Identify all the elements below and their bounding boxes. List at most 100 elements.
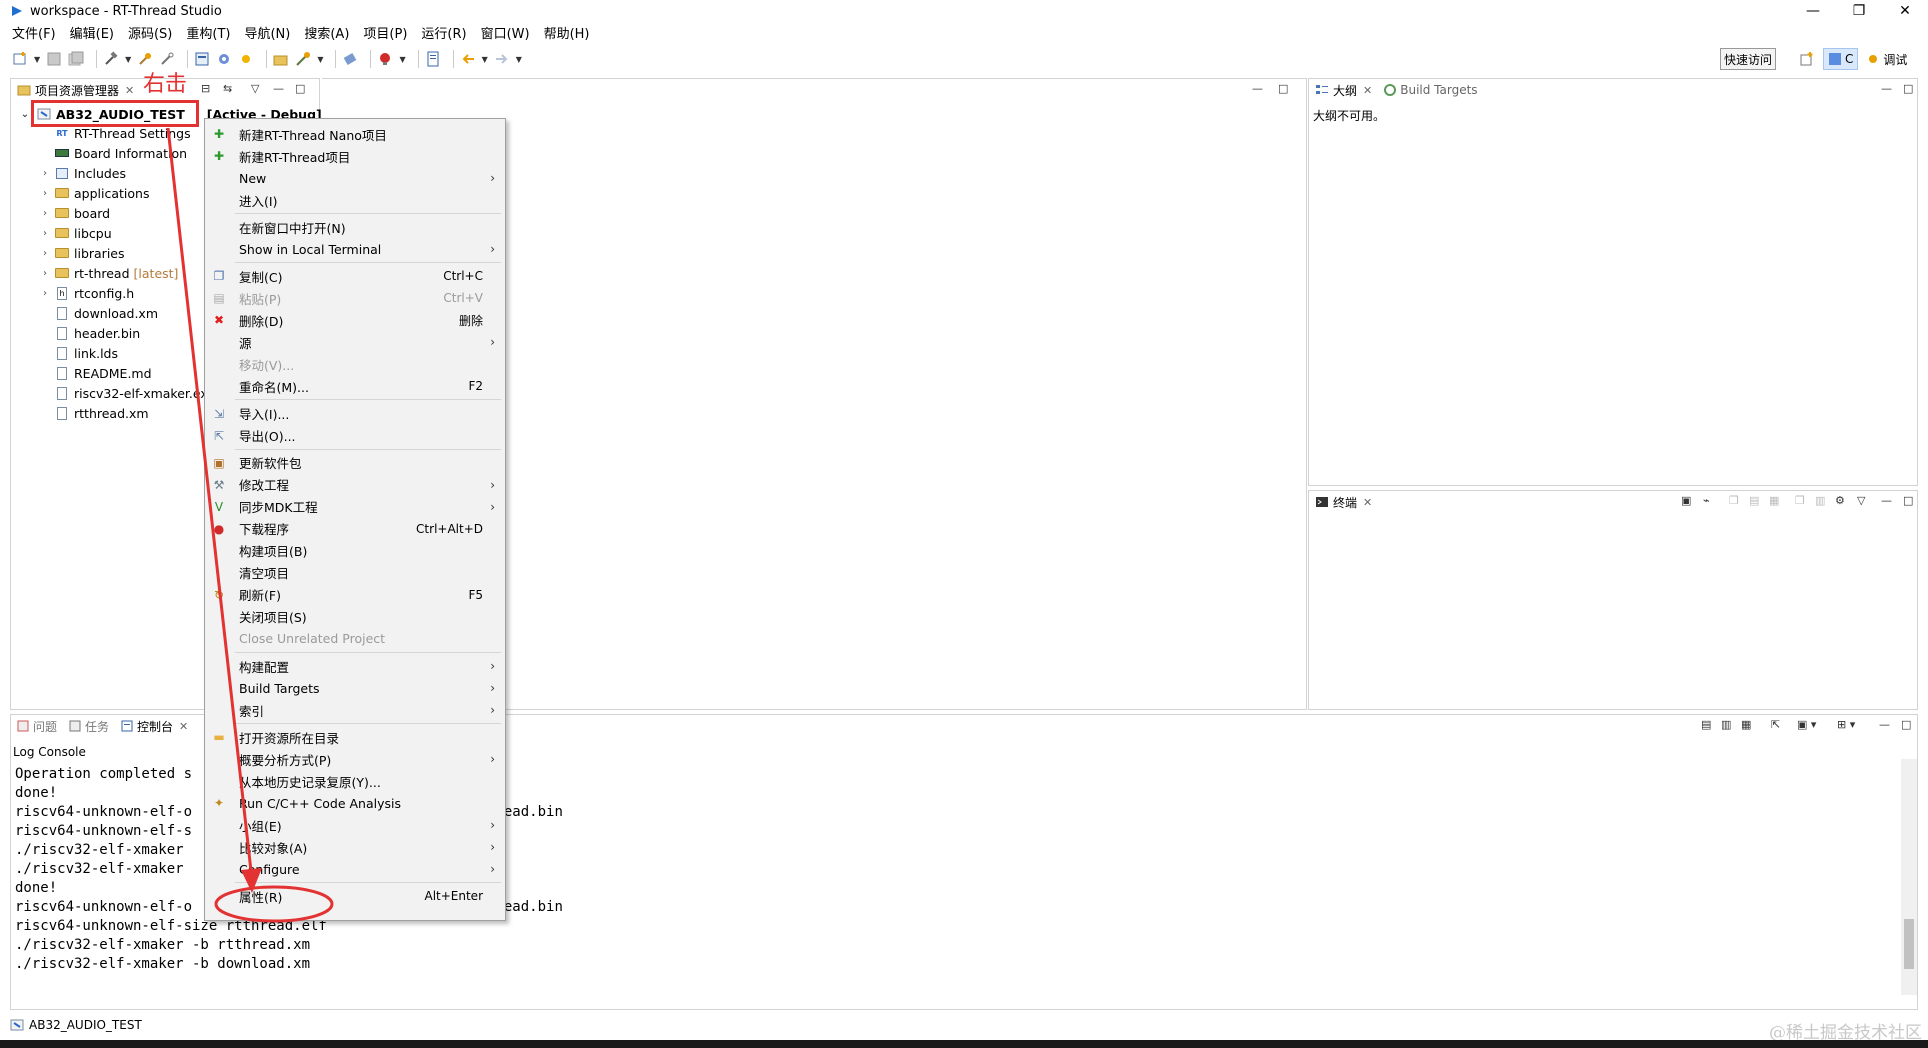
clear-console-icon[interactable]: ▤ — [1701, 718, 1711, 731]
open-terminal-icon[interactable]: ▣ — [1681, 494, 1691, 507]
ctx-item-20[interactable]: ↻ 刷新(F) F5 — [205, 584, 505, 606]
tree-item[interactable]: riscv32-elf-xmaker.exe — [38, 383, 215, 403]
scroll-lock-icon[interactable]: ❐ — [1795, 494, 1805, 507]
ctx-item-19[interactable]: 清空项目 — [205, 562, 505, 584]
ctx-item-6[interactable]: ❐ 复制(C) Ctrl+C — [205, 265, 505, 287]
debug-tool-icon[interactable] — [295, 51, 311, 67]
debug-perspective-button[interactable]: 调试 — [1862, 48, 1911, 70]
ctx-item-31[interactable]: 比较对象(A) › — [205, 836, 505, 858]
tab-problems[interactable]: 问题 — [11, 715, 63, 737]
tab-build-targets[interactable]: Build Targets — [1378, 79, 1483, 101]
ctx-item-3[interactable]: 进入(I) — [205, 189, 505, 211]
minimize-panel-icon[interactable]: — — [273, 82, 284, 95]
tree-item[interactable]: › libraries — [38, 243, 215, 263]
tree-item[interactable]: › h rtconfig.h — [38, 283, 215, 303]
hammer-icon[interactable] — [103, 51, 119, 67]
c-perspective-button[interactable]: C — [1823, 48, 1859, 70]
copy-icon[interactable]: ❐ — [1729, 494, 1739, 507]
collapsed-twistie-icon[interactable]: › — [38, 168, 52, 179]
minimize-panel-icon[interactable]: — — [1879, 718, 1890, 731]
ctx-item-17[interactable]: ● 下载程序 Ctrl+Alt+D — [205, 518, 505, 540]
menu-item[interactable]: 运行(R) — [421, 23, 466, 42]
close-tab-icon[interactable]: ✕ — [1363, 84, 1372, 97]
tree-item[interactable]: Board Information — [38, 143, 215, 163]
settings-icon[interactable]: ⚙ — [1835, 494, 1845, 507]
paste-icon[interactable]: ▤ — [1749, 494, 1759, 507]
ctx-item-14[interactable]: ▣ 更新软件包 — [205, 452, 505, 474]
ctx-item-16[interactable]: V 同步MDK工程 › — [205, 496, 505, 518]
ctx-item-8[interactable]: ✖ 删除(D) 删除 — [205, 309, 505, 331]
maximize-panel-icon[interactable]: □ — [1903, 494, 1913, 507]
open-project-icon[interactable] — [273, 51, 289, 67]
restore-button[interactable]: ❐ — [1836, 0, 1882, 22]
ctx-item-24[interactable]: Build Targets › — [205, 677, 505, 699]
view-menu-icon[interactable]: ▽ — [1857, 494, 1865, 507]
sun-icon[interactable] — [238, 51, 254, 67]
terminal-icon[interactable] — [425, 51, 441, 67]
tree-item[interactable]: header.bin — [38, 323, 215, 343]
tree-item[interactable]: › board — [38, 203, 215, 223]
ctx-item-28[interactable]: 从本地历史记录复原(Y)... — [205, 770, 505, 792]
new-icon[interactable] — [12, 51, 28, 67]
ctx-item-2[interactable]: New › — [205, 167, 505, 189]
ctx-item-27[interactable]: 概要分析方式(P) › — [205, 748, 505, 770]
eraser-icon[interactable] — [342, 51, 358, 67]
ctx-item-29[interactable]: ✦ Run C/C++ Code Analysis — [205, 792, 505, 814]
view-menu-icon[interactable]: ▽ — [251, 82, 259, 95]
link-editor-icon[interactable]: ⇆ — [223, 82, 232, 95]
back-icon[interactable] — [460, 51, 476, 67]
clear-icon[interactable]: ▥ — [1815, 494, 1825, 507]
close-tab-icon[interactable]: ✕ — [125, 84, 134, 97]
tree-item[interactable]: › Includes — [38, 163, 215, 183]
maximize-panel-icon[interactable]: □ — [1278, 82, 1288, 95]
ctx-item-21[interactable]: 关闭项目(S) — [205, 606, 505, 628]
collapsed-twistie-icon[interactable]: › — [38, 268, 52, 279]
scroll-lock-icon[interactable]: ▥ — [1721, 718, 1731, 731]
minimize-panel-icon[interactable]: — — [1881, 82, 1892, 95]
minimize-panel-icon[interactable]: — — [1252, 82, 1263, 95]
download-program-icon[interactable] — [377, 51, 393, 67]
menu-item[interactable]: 搜索(A) — [304, 23, 349, 42]
ctx-item-9[interactable]: 源 › — [205, 331, 505, 353]
maximize-panel-icon[interactable]: □ — [295, 82, 305, 95]
ctx-item-18[interactable]: 构建项目(B) — [205, 540, 505, 562]
minimize-panel-icon[interactable]: — — [1881, 494, 1892, 507]
collapsed-twistie-icon[interactable]: › — [38, 288, 52, 299]
collapse-all-icon[interactable]: ⊟ — [201, 82, 210, 95]
ctx-item-23[interactable]: 构建配置 › — [205, 655, 505, 677]
ctx-item-0[interactable]: ✚ 新建RT-Thread Nano项目 — [205, 123, 505, 145]
tab-console[interactable]: 控制台 ✕ — [115, 715, 195, 737]
tree-item[interactable]: README.md — [38, 363, 215, 383]
quick-access-field[interactable]: 快速访问 — [1720, 48, 1776, 70]
tree-item[interactable]: link.lds — [38, 343, 215, 363]
ctx-item-33[interactable]: 属性(R) Alt+Enter — [205, 885, 505, 907]
maximize-panel-icon[interactable]: □ — [1903, 82, 1913, 95]
ctx-item-5[interactable]: Show in Local Terminal › — [205, 238, 505, 260]
build-icon[interactable] — [137, 51, 153, 67]
menu-item[interactable]: 编辑(E) — [70, 23, 114, 42]
ctx-item-25[interactable]: 索引 › — [205, 699, 505, 721]
collapsed-twistie-icon[interactable]: › — [38, 208, 52, 219]
expanded-twistie-icon[interactable]: ⌄ — [18, 109, 32, 120]
sdk-manager-icon[interactable] — [216, 51, 232, 67]
collapsed-twistie-icon[interactable]: › — [38, 228, 52, 239]
disconnect-icon[interactable]: ⌁ — [1703, 494, 1710, 507]
console-scrollbar[interactable] — [1901, 759, 1917, 995]
config-icon[interactable] — [194, 51, 210, 67]
tree-item[interactable]: › libcpu — [38, 223, 215, 243]
tab-outline[interactable]: 大纲 ✕ — [1309, 79, 1379, 101]
open-perspective-icon[interactable] — [1795, 48, 1819, 70]
save-all-icon[interactable] — [68, 51, 84, 67]
menu-item[interactable]: 窗口(W) — [481, 23, 530, 42]
maximize-panel-icon[interactable]: □ — [1901, 718, 1911, 731]
ctx-item-12[interactable]: ⇲ 导入(I)... — [205, 403, 505, 425]
ctx-item-26[interactable]: ▬ 打开资源所在目录 — [205, 726, 505, 748]
menu-item[interactable]: 文件(F) — [12, 23, 56, 42]
save-icon[interactable] — [46, 51, 62, 67]
tree-item[interactable]: › applications — [38, 183, 215, 203]
ctx-item-11[interactable]: 重命名(M)... F2 — [205, 375, 505, 397]
tab-project-explorer[interactable]: 项目资源管理器 ✕ — [11, 79, 141, 101]
pin-console-icon[interactable]: ⇱ — [1771, 718, 1780, 731]
menu-item[interactable]: 导航(N) — [244, 23, 290, 42]
forward-icon[interactable] — [494, 51, 510, 67]
